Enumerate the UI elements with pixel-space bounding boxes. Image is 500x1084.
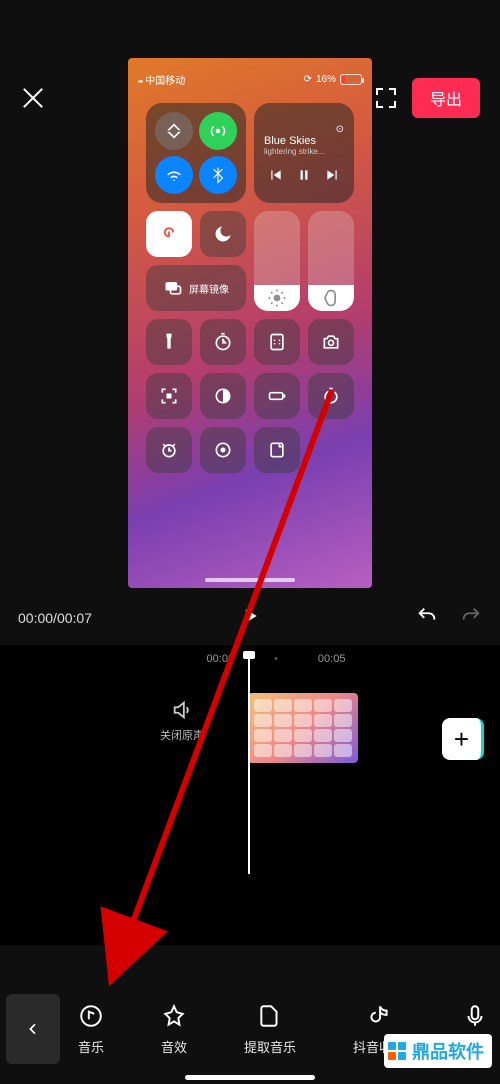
stopwatch-icon: [308, 373, 354, 419]
home-indicator: [205, 578, 295, 582]
redo-button[interactable]: [460, 605, 482, 630]
playhead[interactable]: [248, 654, 250, 874]
brightness-slider: [254, 211, 300, 311]
back-button[interactable]: [6, 994, 60, 1064]
battery-icon: [254, 373, 300, 419]
screen-mirror-tile: 屏幕镜像: [146, 265, 246, 311]
scan-icon: [146, 373, 192, 419]
tool-music[interactable]: 音乐: [78, 1003, 104, 1056]
connectivity-tile: [146, 103, 246, 203]
camera-icon: [308, 319, 354, 365]
alarm-icon: [146, 427, 192, 473]
time-ruler: 00:00•00:05: [26, 645, 500, 665]
fullscreen-icon[interactable]: [374, 86, 398, 110]
tool-extract-music[interactable]: 提取音乐: [244, 1003, 296, 1056]
watermark: 鼎品软件: [384, 1034, 492, 1068]
volume-slider: [308, 211, 354, 311]
contrast-icon: [200, 373, 246, 419]
close-button[interactable]: [20, 85, 46, 111]
timeline[interactable]: 00:00•00:05 关闭原声: [0, 645, 500, 945]
play-button[interactable]: [240, 606, 260, 629]
note-icon: [254, 427, 300, 473]
flashlight-icon: [146, 319, 192, 365]
gesture-bar: [185, 1075, 315, 1080]
time-display: 00:00/00:07: [18, 610, 92, 626]
orientation-lock-icon: [146, 211, 192, 257]
export-button[interactable]: 导出: [412, 78, 480, 118]
video-clip[interactable]: [248, 693, 358, 763]
music-tile: ⊙ Blue Skies lightering strike...: [254, 103, 354, 203]
add-clip-button[interactable]: +: [442, 718, 484, 760]
dnd-icon: [200, 211, 246, 257]
calculator-icon: [254, 319, 300, 365]
mute-original-audio[interactable]: 关闭原声: [160, 699, 204, 743]
tool-sfx[interactable]: 音效: [161, 1003, 187, 1056]
record-icon: [200, 427, 246, 473]
undo-button[interactable]: [416, 605, 438, 630]
video-preview[interactable]: 中国移动 ⟳ 16% ⊙ Blue Skies lightering strik…: [128, 58, 372, 588]
timer-icon: [200, 319, 246, 365]
